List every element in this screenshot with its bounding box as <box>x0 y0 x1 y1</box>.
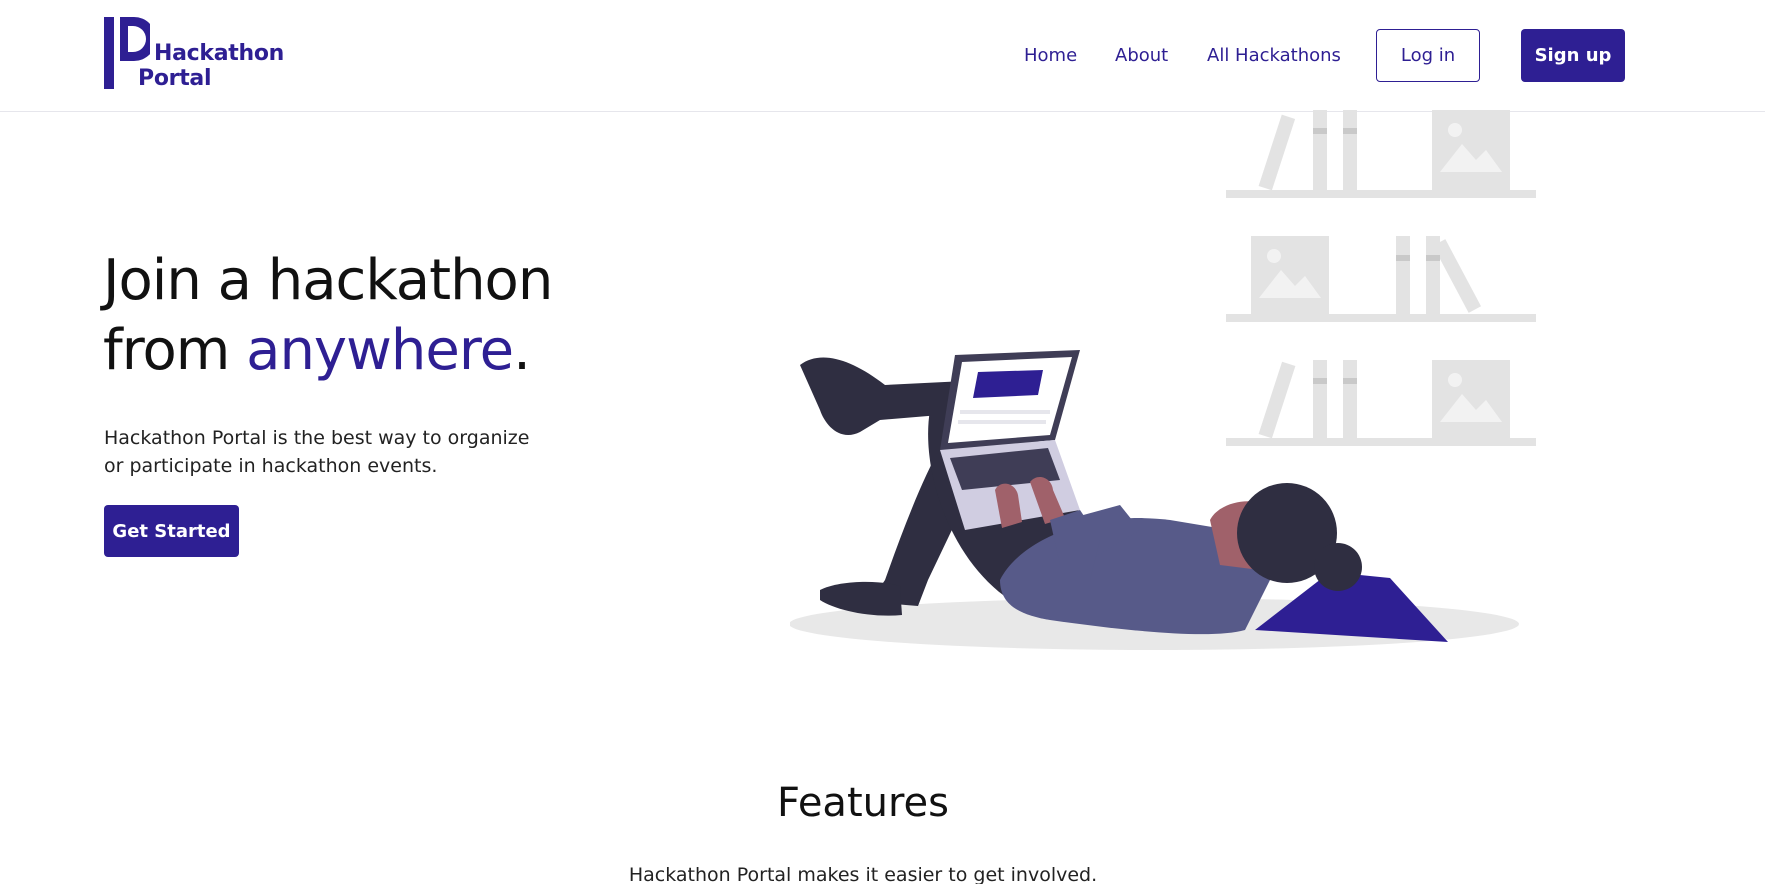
signup-button[interactable]: Sign up <box>1521 29 1625 82</box>
features-subtitle: Hackathon Portal makes it easier to get … <box>628 864 1098 884</box>
hero-title-suffix: . <box>513 318 531 383</box>
get-started-button[interactable]: Get Started <box>104 505 239 557</box>
person-with-laptop-illustration <box>790 110 1536 650</box>
site-header: Hackathon Portal Home About All Hackatho… <box>0 0 1765 112</box>
nav-about-link[interactable]: About <box>1115 45 1168 66</box>
hero-subtitle: Hackathon Portal is the best way to orga… <box>104 427 530 477</box>
hero-title-accent: anywhere <box>246 318 514 383</box>
features-title: Features <box>777 780 949 826</box>
hero-title-prefix: from <box>103 318 247 383</box>
nav-all-hackathons-link[interactable]: All Hackathons <box>1207 45 1341 66</box>
hero-title-line1: Join a hackathon <box>103 248 553 313</box>
brand-name-line1: Hackathon <box>154 41 285 66</box>
brand-name-line2: Portal <box>138 66 212 91</box>
brand-logo[interactable]: Hackathon Portal <box>104 17 284 91</box>
login-button[interactable]: Log in <box>1376 29 1480 82</box>
nav-home-link[interactable]: Home <box>1024 45 1077 66</box>
hero-title: Join a hackathon from anywhere. <box>103 246 723 386</box>
